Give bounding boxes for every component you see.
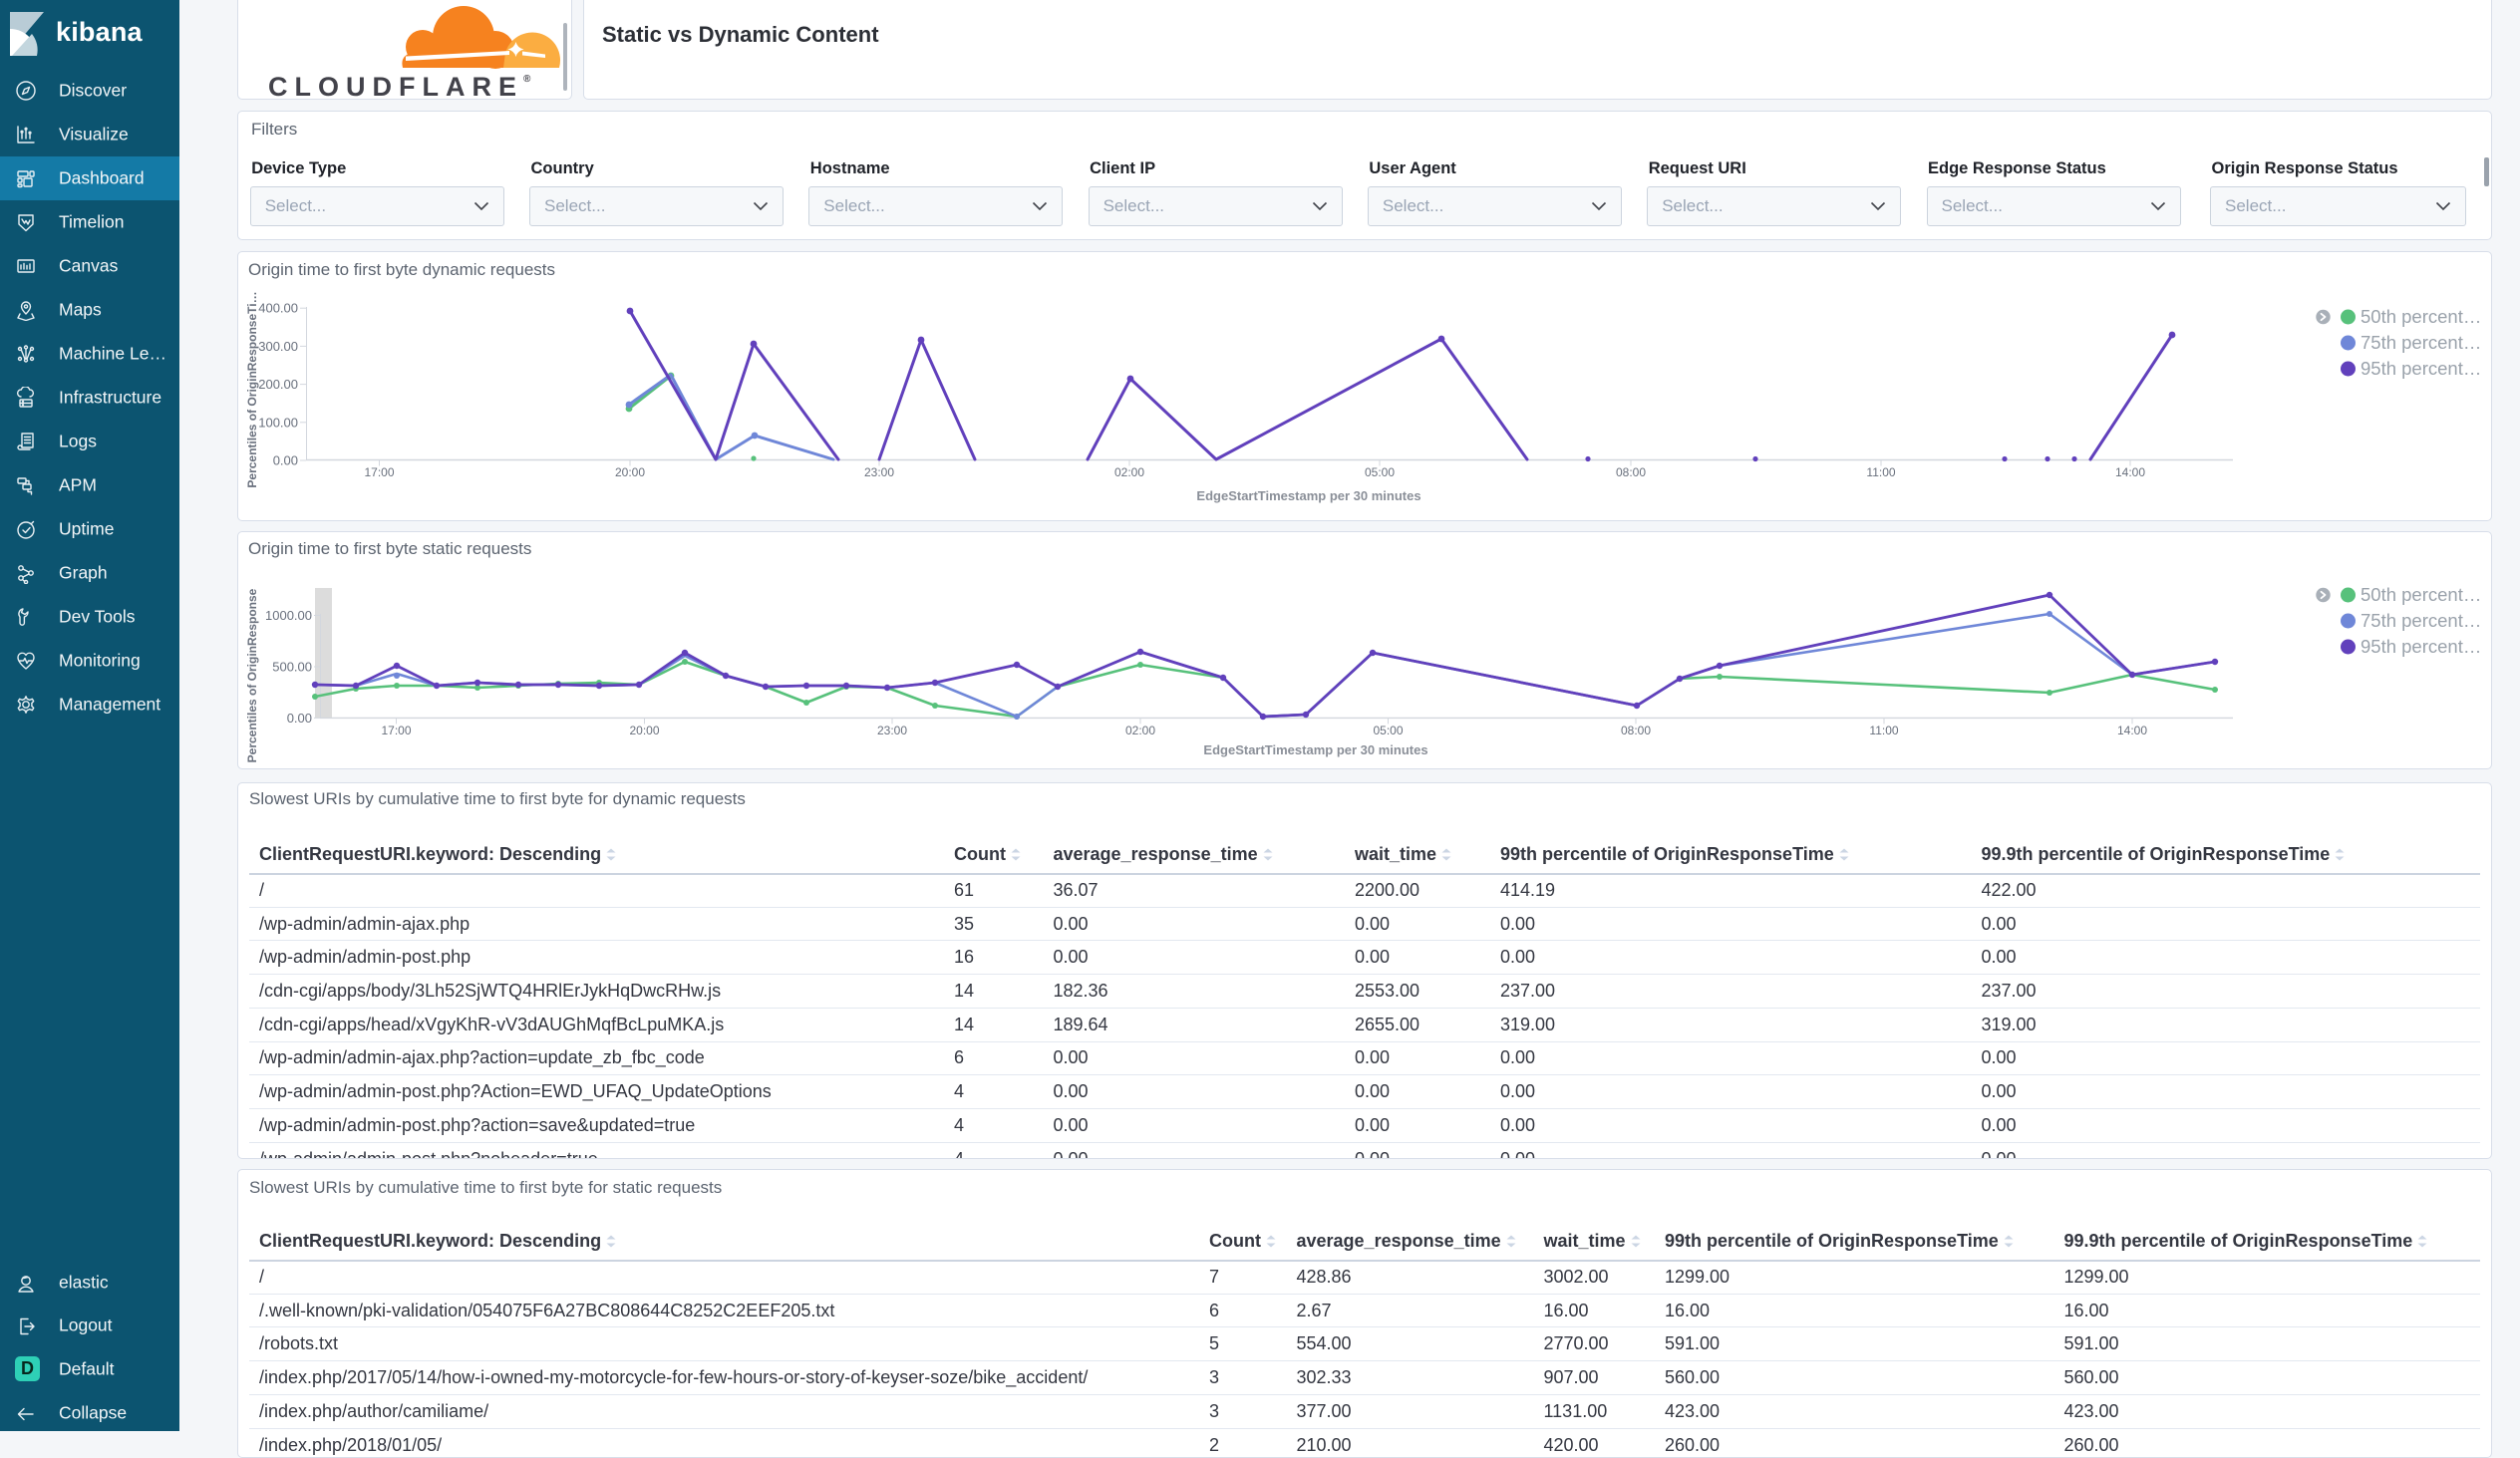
svg-text:08:00: 08:00: [1616, 465, 1646, 479]
svg-text:400.00: 400.00: [258, 301, 298, 316]
svg-text:Percentiles of OriginResponseT: Percentiles of OriginResponseTi…: [245, 291, 259, 487]
svg-text:50th percent…: 50th percent…: [2361, 306, 2481, 327]
svg-text:200.00: 200.00: [258, 377, 298, 392]
svg-text:300.00: 300.00: [258, 339, 298, 354]
svg-text:17:00: 17:00: [364, 465, 394, 479]
svg-text:100.00: 100.00: [258, 415, 298, 430]
svg-text:05:00: 05:00: [1373, 724, 1403, 737]
svg-text:50th percent…: 50th percent…: [2361, 584, 2481, 605]
svg-text:Percentiles of OriginResponse: Percentiles of OriginResponse: [245, 588, 259, 762]
svg-text:02:00: 02:00: [1114, 465, 1144, 479]
svg-text:11:00: 11:00: [1866, 465, 1895, 479]
svg-text:23:00: 23:00: [877, 724, 907, 737]
svg-text:500.00: 500.00: [272, 660, 312, 675]
svg-text:14:00: 14:00: [2117, 724, 2147, 737]
svg-text:75th percent…: 75th percent…: [2361, 332, 2481, 353]
svg-text:95th percent…: 95th percent…: [2361, 358, 2481, 379]
svg-text:1000.00: 1000.00: [265, 608, 312, 623]
svg-text:08:00: 08:00: [1621, 724, 1651, 737]
svg-text:20:00: 20:00: [629, 724, 659, 737]
svg-text:17:00: 17:00: [381, 724, 411, 737]
svg-text:05:00: 05:00: [1365, 465, 1395, 479]
svg-text:20:00: 20:00: [615, 465, 645, 479]
svg-text:14:00: 14:00: [2115, 465, 2145, 479]
svg-text:11:00: 11:00: [1869, 724, 1898, 737]
svg-text:75th percent…: 75th percent…: [2361, 610, 2481, 631]
svg-text:23:00: 23:00: [864, 465, 894, 479]
svg-text:EdgeStartTimestamp per 30 minu: EdgeStartTimestamp per 30 minutes: [1203, 742, 1427, 757]
svg-text:EdgeStartTimestamp per 30 minu: EdgeStartTimestamp per 30 minutes: [1196, 488, 1420, 503]
svg-text:02:00: 02:00: [1125, 724, 1155, 737]
svg-text:95th percent…: 95th percent…: [2361, 636, 2481, 657]
svg-text:0.00: 0.00: [273, 453, 298, 468]
svg-text:0.00: 0.00: [287, 711, 312, 726]
